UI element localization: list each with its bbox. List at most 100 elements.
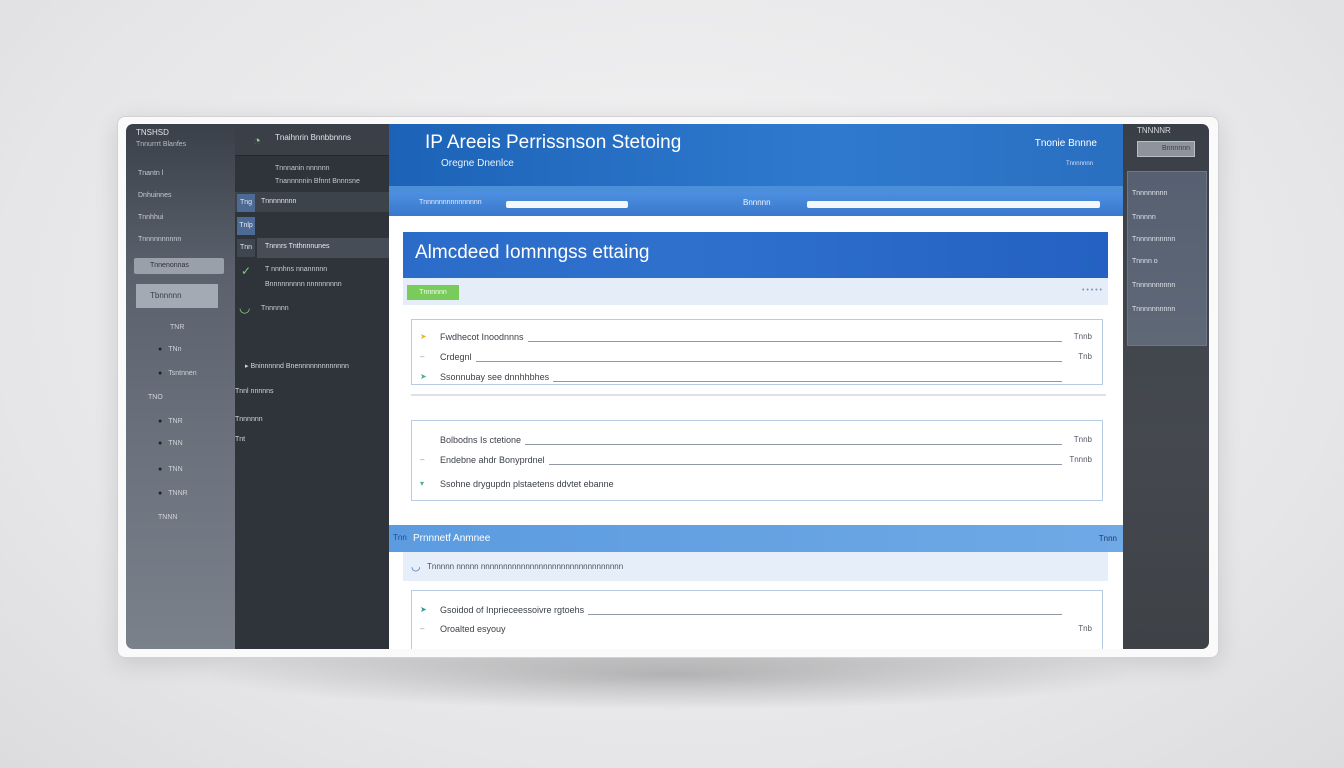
check-icon: ✓ (241, 264, 252, 278)
dash-icon: – (420, 352, 425, 361)
rail-dot-item[interactable]: ● TNN (158, 466, 183, 473)
setting-row[interactable]: – Crdegnl Tnb (420, 352, 1092, 366)
dot-icon: ● (158, 346, 163, 353)
dot-icon: ● (158, 370, 163, 377)
rail-dot-item[interactable]: ● Tsntnnen (158, 370, 197, 377)
setting-row[interactable]: ➤ Gsoidod of Inprieceessoivre rgtoehs (420, 605, 1062, 619)
right-panel-item[interactable]: Tnnnnn (1132, 214, 1156, 221)
search-input[interactable] (807, 201, 1100, 208)
setting-row[interactable]: Bolbodns Is ctetione Tnnb (420, 435, 1092, 449)
rail-dot-item[interactable]: TNNN (158, 514, 182, 521)
right-panel-list: Tnnnnnnnn Tnnnnn Tnnnnnnnnnn Tnnnn o Tnn… (1127, 171, 1207, 346)
header-bar: IP Areeis Perrissnson Stetoing Oregne Dn… (389, 124, 1123, 186)
user-line: Tnnnanin nnnnnn (275, 165, 330, 172)
dot-icon: ● (158, 440, 163, 447)
setting-label: Gsoidod of Inprieceessoivre rgtoehs (440, 605, 589, 615)
setting-value: Tnb (1078, 624, 1092, 633)
user-info: Tnnnanin nnnnnn Tnannnnnin Bfnnt Bnnnsne (275, 162, 360, 188)
setting-label: Ssonnubay see dnnhhbhes (440, 372, 554, 382)
right-panel-item[interactable]: Tnnnnnnnn (1132, 190, 1167, 197)
row-divider (440, 341, 1062, 342)
rail-title: TNSHSD (136, 128, 169, 137)
rail-dot-item[interactable]: TNR (170, 324, 194, 331)
info-icon: ◡ (411, 561, 421, 573)
rail-dot-label: TNN (168, 466, 183, 473)
settings-card: ➤ Gsoidod of Inprieceessoivre rgtoehs – … (411, 590, 1103, 649)
setting-row[interactable]: ▾ Ssohne drygupdn plstaetens ddvtet eban… (420, 479, 1062, 493)
right-panel-item[interactable]: Tnnnnnnnnnn (1132, 306, 1175, 313)
rail-dot-item[interactable]: ● TNNR (158, 490, 188, 497)
nav-square-icon[interactable]: Tng (237, 194, 255, 212)
setting-label: Ssohne drygupdn plstaetens ddvtet ebanne (440, 479, 618, 489)
rail-dot-item[interactable]: ● TNN (158, 440, 183, 447)
sidebar-footer-label: Bninnnnnd Bnennnnnnnnnnnnn (250, 363, 349, 370)
rail-active-item[interactable]: Tnnenonnas (134, 258, 224, 274)
section-divider (411, 394, 1106, 396)
arrow-icon: ➤ (420, 372, 427, 381)
sidebar-item[interactable]: Tnnnnnn (261, 305, 289, 312)
sidebar-footer-label: Tnnnnnn (235, 416, 263, 423)
setting-value: Tnnb (1073, 332, 1092, 341)
rail-dot-label: TNN (168, 440, 183, 447)
right-panel-item[interactable]: Tnnnn o (1132, 258, 1158, 265)
info-text: Tnnnnn nnnnn nnnnnnnnnnnnnnnnnnnnnnnnnnn… (427, 562, 624, 571)
arrow-icon: ➤ (420, 605, 427, 614)
rail-dot-label: TNn (168, 346, 182, 353)
left-rail: TNSHSD Tnnurrrt Blanfes Tnantn l Dnhuinn… (126, 124, 235, 649)
right-panel-item[interactable]: Tnnnnnnnnnn (1132, 282, 1175, 289)
rail-dot-label: TNR (170, 324, 185, 331)
toolbar: Tnnnnnnnnnnnnnnn Bnnnnn (389, 192, 1123, 216)
nav-square-icon[interactable]: Tnlp (237, 217, 255, 235)
status-badge[interactable]: Tnnnnnn (407, 285, 459, 300)
filter-input[interactable] (506, 201, 628, 208)
setting-row[interactable]: ➤ Fwdhecot Inoodnnns Tnnb (420, 332, 1092, 346)
rail-item[interactable]: Tnnhhui (138, 214, 163, 221)
header-user[interactable]: Tnonie Bnnne (1035, 138, 1097, 149)
setting-row[interactable]: ➤ Ssonnubay see dnnhhbhes (420, 372, 1062, 386)
section-icon: Tnn (393, 533, 407, 542)
rail-item[interactable]: Tnnnnnnnnnn (138, 236, 181, 243)
main-content: IP Areeis Perrissnson Stetoing Oregne Dn… (389, 124, 1123, 649)
right-panel-title: TNNNNR (1137, 126, 1171, 135)
sidebar-item[interactable]: Bnnnnnnnnn nnnnnnnnn (265, 281, 342, 288)
settings-card: Bolbodns Is ctetione Tnnb – Endebne ahdr… (411, 420, 1103, 501)
row-divider (440, 361, 1062, 362)
rail-dot-label: TNNN (158, 514, 178, 521)
sidebar-footer-label: Tnnl nnnnns (235, 388, 274, 395)
setting-row[interactable]: – Oroalted esyouy Tnb (420, 624, 1092, 638)
section-header[interactable]: Tnn Prnnnetf Anmnee Tnnn (389, 525, 1123, 552)
sidebar-footer-item[interactable]: ▸ Bninnnnnd Bnennnnnnnnnnnnn (245, 362, 349, 370)
rail-button[interactable]: Tbnnnnn (136, 284, 218, 308)
settings-card: ➤ Fwdhecot Inoodnnns Tnnb – Crdegnl Tnb … (411, 319, 1103, 385)
rail-subtitle: Tnnurrrt Blanfes (136, 141, 187, 148)
rail-item[interactable]: Dnhuinnes (138, 192, 171, 199)
page-title: IP Areeis Perrissnson Stetoing (425, 132, 682, 153)
nav-square-icon[interactable]: Tnn (237, 239, 255, 257)
arrow-icon: ➤ (420, 332, 427, 341)
rail-dot-label: TNR (168, 418, 183, 425)
rail-dot-item[interactable]: ● TNn (158, 346, 182, 353)
setting-label: Crdegnl (440, 352, 476, 362)
right-panel: TNNNNR Bnnnnnn Tnnnnnnnn Tnnnnn Tnnnnnnn… (1123, 124, 1209, 649)
sidebar-item[interactable]: T nnnhns nnannnnn (265, 266, 327, 273)
section-toggle[interactable]: Tnnn (1099, 534, 1117, 543)
rail-dot-item[interactable]: ● TNR (158, 418, 183, 425)
right-panel-button[interactable]: Bnnnnnn (1137, 141, 1195, 157)
sidebar-section[interactable]: Tnnnnnnnn (235, 192, 389, 212)
toolbar-text: Tnnnnnnnnnnnnnnn (419, 199, 482, 206)
sidebar-item-selected[interactable]: Tnnnrs Tnthnnnunes (257, 238, 389, 258)
row-divider (440, 444, 1062, 445)
setting-label: Fwdhecot Inoodnnns (440, 332, 528, 342)
right-panel-item[interactable]: Tnnnnnnnnnn (1132, 236, 1175, 243)
setting-row[interactable]: – Endebne ahdr Bonyprdnel Tnnnb (420, 455, 1092, 469)
more-dots-icon[interactable]: • • • • • (1082, 287, 1102, 294)
setting-value: Tnb (1078, 352, 1092, 361)
header-user-sub: Tnnnnnnn (1065, 161, 1093, 167)
rail-dot-item[interactable]: TNO (148, 394, 172, 401)
banner-subbar: Tnnnnnn • • • • • (403, 278, 1108, 305)
rail-dot-label: Tsntnnen (168, 370, 197, 377)
rail-dot-label: TNO (148, 394, 163, 401)
rail-dot-label: TNNR (168, 490, 188, 497)
dot-icon: ● (158, 490, 163, 497)
rail-item[interactable]: Tnantn l (138, 170, 163, 177)
